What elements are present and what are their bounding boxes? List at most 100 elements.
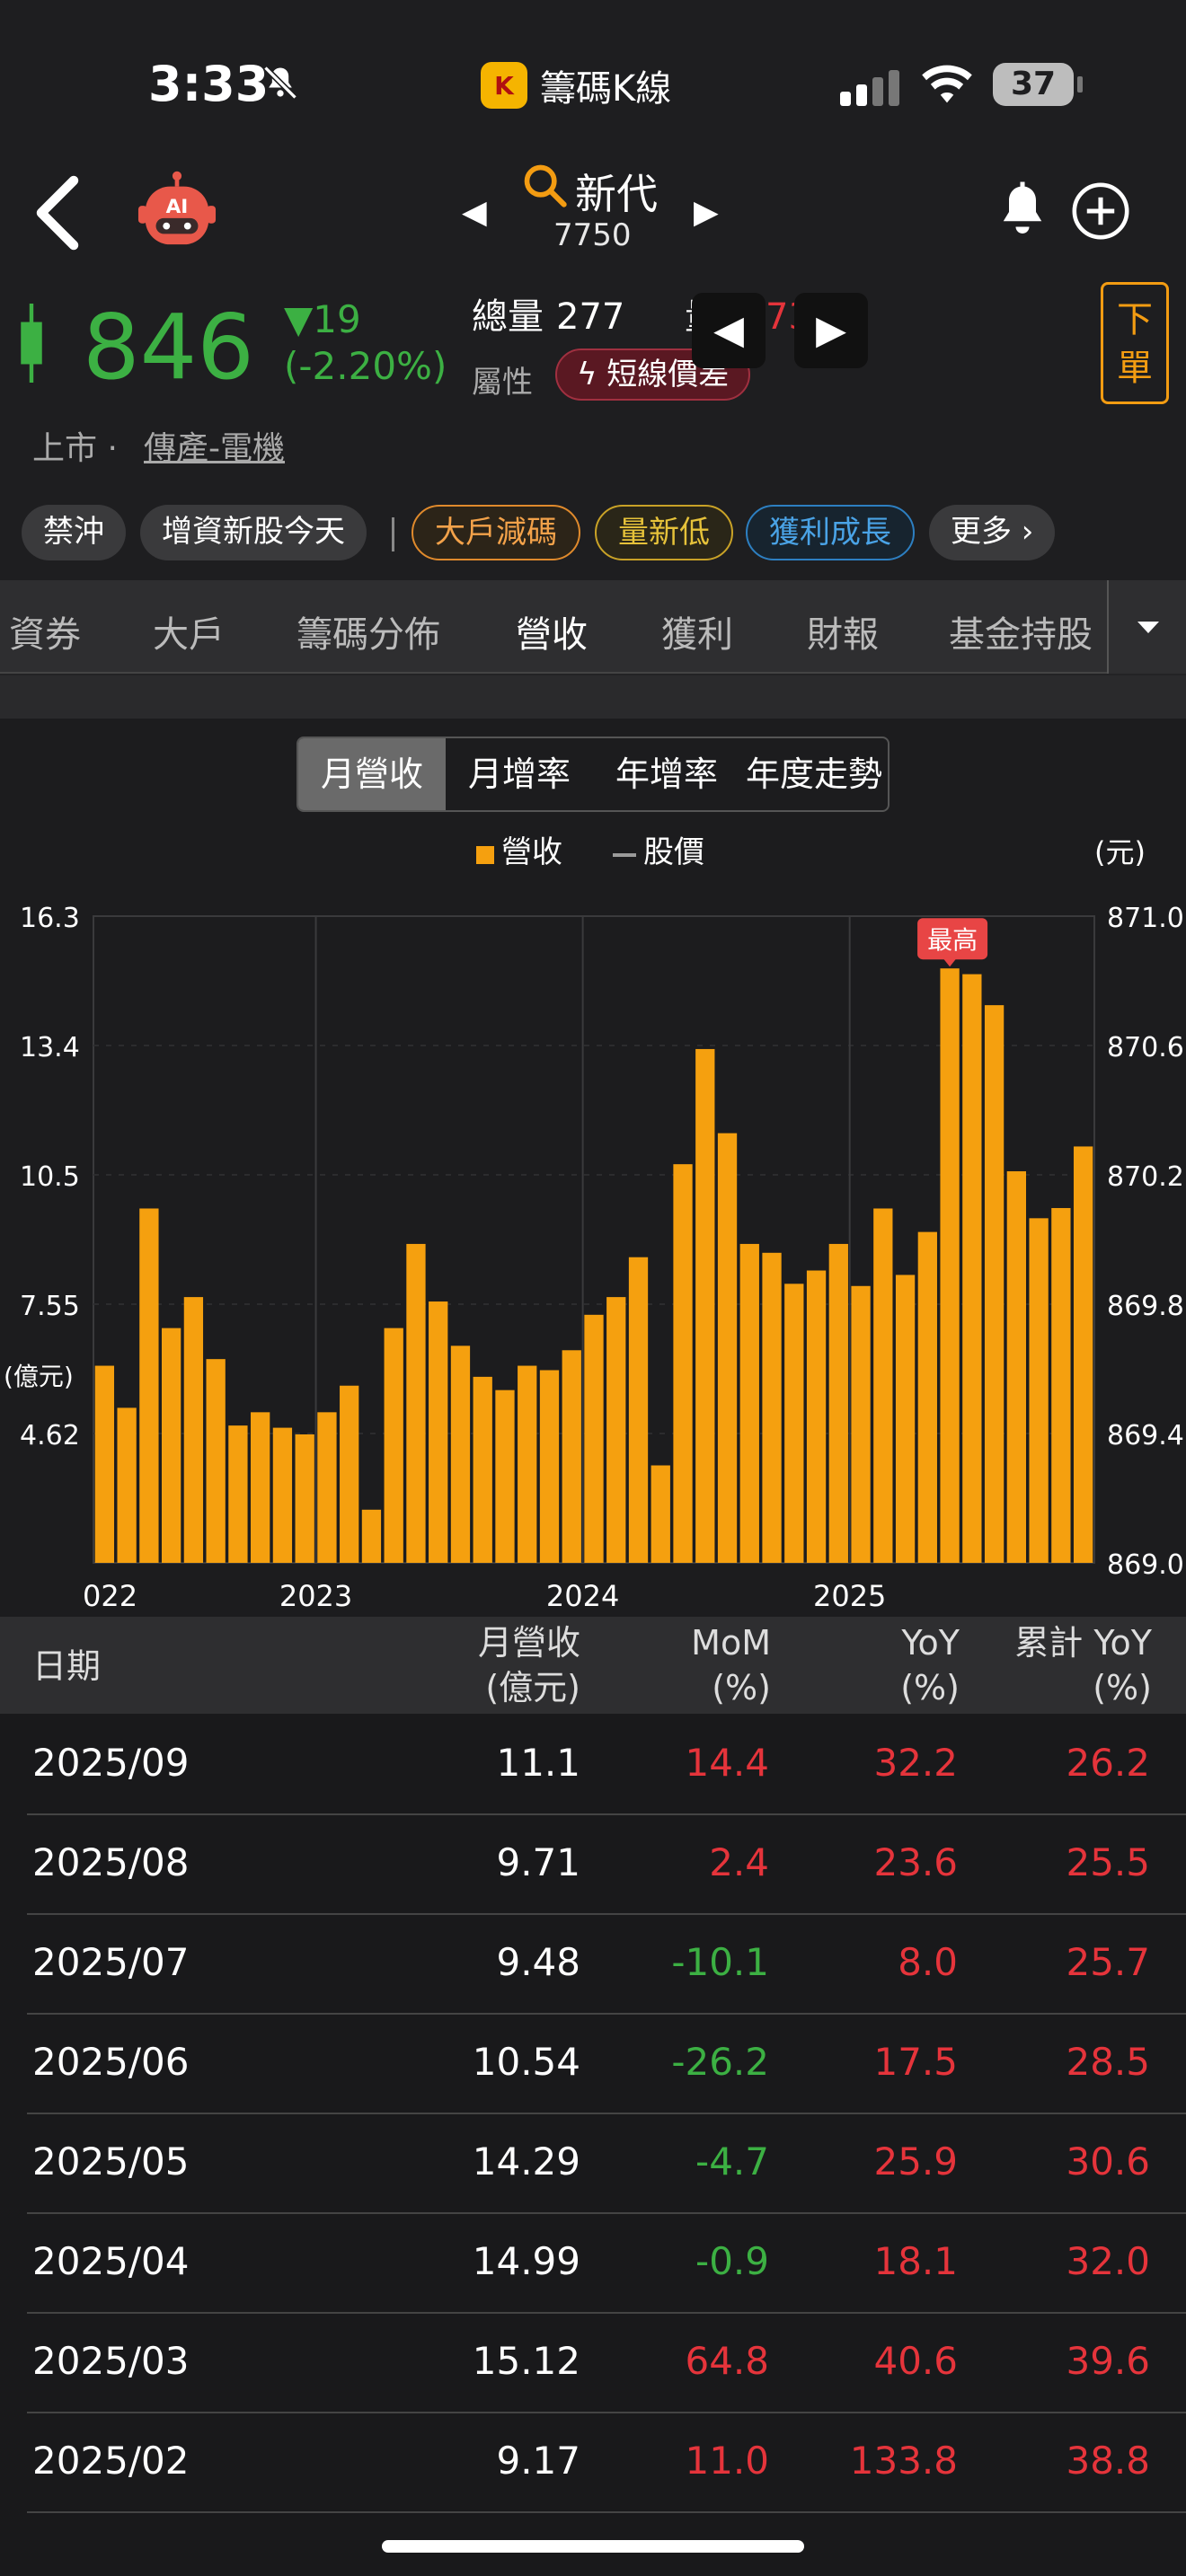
search-icon[interactable] bbox=[521, 162, 568, 208]
revenue-bar[interactable] bbox=[984, 1005, 1005, 1563]
cell-revenue: 11.1 bbox=[496, 1741, 580, 1785]
revenue-bar[interactable] bbox=[251, 1412, 270, 1563]
bell-icon[interactable] bbox=[996, 181, 1049, 241]
revenue-bar[interactable] bbox=[183, 1297, 204, 1563]
revenue-bar[interactable] bbox=[1006, 1171, 1027, 1563]
tab-margin[interactable]: 資券 bbox=[9, 605, 81, 657]
table-row[interactable]: 2025/02 9.17 11.0 133.8 38.8 bbox=[27, 2413, 1186, 2513]
cell-cum-yoy: 39.6 bbox=[1066, 2339, 1150, 2383]
section-tabs: 資券 大戶 籌碼分佈 營收 獲利 財報 基金持股 bbox=[0, 580, 1186, 674]
segment-mom[interactable]: 月增率 bbox=[446, 738, 593, 810]
table-row[interactable]: 2025/05 14.29 -4.7 25.9 30.6 bbox=[27, 2114, 1186, 2214]
x-tick-label: 2024 bbox=[546, 1579, 619, 1613]
segment-yoy[interactable]: 年增率 bbox=[593, 738, 740, 810]
cellular-signal-icon bbox=[840, 70, 899, 106]
stock-name[interactable]: 新代 bbox=[575, 162, 658, 221]
cell-cum-yoy: 28.5 bbox=[1066, 2040, 1150, 2084]
revenue-bar[interactable] bbox=[828, 1243, 848, 1563]
ai-robot-icon[interactable]: AI bbox=[135, 171, 219, 251]
revenue-bar[interactable] bbox=[518, 1365, 537, 1563]
revenue-bar[interactable] bbox=[851, 1285, 871, 1563]
order-button[interactable]: 下單 bbox=[1101, 282, 1169, 404]
tab-revenue[interactable]: 營收 bbox=[516, 605, 588, 657]
revenue-bar[interactable] bbox=[473, 1376, 492, 1563]
revenue-bar[interactable] bbox=[406, 1243, 426, 1563]
revenue-bar[interactable] bbox=[384, 1328, 403, 1563]
revenue-bar[interactable] bbox=[94, 1365, 115, 1563]
tab-major-holders[interactable]: 大戶 bbox=[153, 605, 225, 657]
industry-link[interactable]: 傳產-電機 bbox=[144, 422, 285, 469]
revenue-bar[interactable] bbox=[695, 1048, 715, 1563]
tag-chip[interactable]: 量新低 bbox=[595, 505, 733, 560]
back-chevron-icon[interactable] bbox=[31, 172, 84, 253]
revenue-bar[interactable] bbox=[539, 1370, 560, 1563]
revenue-bar[interactable] bbox=[295, 1434, 314, 1563]
revenue-bar[interactable] bbox=[962, 974, 982, 1563]
cell-date: 2025/06 bbox=[32, 2040, 190, 2084]
revenue-bar[interactable] bbox=[917, 1231, 937, 1563]
revenue-bar[interactable] bbox=[340, 1385, 359, 1563]
right-tick-label: 871.0 bbox=[1107, 903, 1184, 934]
revenue-bar[interactable] bbox=[806, 1270, 827, 1563]
table-row[interactable]: 2025/09 11.1 14.4 32.2 26.2 bbox=[27, 1716, 1186, 1815]
revenue-bar[interactable] bbox=[717, 1133, 738, 1563]
next-stock-button[interactable]: ▶ bbox=[694, 194, 719, 231]
x-tick-label: 2025 bbox=[813, 1579, 886, 1613]
revenue-bar[interactable] bbox=[317, 1412, 337, 1563]
revenue-bar[interactable] bbox=[361, 1509, 382, 1563]
revenue-bar[interactable] bbox=[739, 1243, 759, 1563]
right-axis-unit: (元) bbox=[1094, 835, 1146, 869]
revenue-bar[interactable] bbox=[562, 1350, 581, 1563]
revenue-bar[interactable] bbox=[429, 1301, 448, 1563]
revenue-bar[interactable] bbox=[206, 1359, 226, 1563]
table-row[interactable]: 2025/04 14.99 -0.9 18.1 32.0 bbox=[27, 2214, 1186, 2314]
segment-annual-trend[interactable]: 年度走勢 bbox=[740, 738, 888, 810]
overlay-next-button[interactable]: ▶ bbox=[794, 293, 868, 368]
tag-chip[interactable]: 禁沖 bbox=[22, 505, 126, 560]
prev-stock-button[interactable]: ◀ bbox=[462, 194, 487, 231]
table-row[interactable]: 2025/08 9.71 2.4 23.6 25.5 bbox=[27, 1815, 1186, 1915]
cell-yoy: 32.2 bbox=[873, 1741, 958, 1785]
revenue-bar[interactable] bbox=[450, 1345, 471, 1563]
revenue-bar[interactable] bbox=[762, 1252, 782, 1563]
table-row[interactable]: 2025/07 9.48 -10.1 8.0 25.7 bbox=[27, 1915, 1186, 2015]
add-watchlist-icon[interactable] bbox=[1071, 181, 1130, 241]
more-tags-button[interactable]: 更多 › bbox=[929, 505, 1056, 560]
revenue-bar[interactable] bbox=[272, 1427, 293, 1563]
revenue-bar[interactable] bbox=[1029, 1218, 1049, 1563]
revenue-bar-chart: 16.3 13.4 10.5 7.55 4.62 871.0 870.6 870.2 869.8… bbox=[4, 834, 1184, 1613]
tab-fund-holdings[interactable]: 基金持股 bbox=[949, 605, 1093, 657]
wifi-icon bbox=[922, 65, 972, 103]
revenue-bar[interactable] bbox=[873, 1208, 893, 1563]
overlay-prev-button[interactable]: ◀ bbox=[692, 293, 766, 368]
header-date: 日期 bbox=[32, 1646, 102, 1686]
segment-monthly-revenue[interactable]: 月營收 bbox=[298, 738, 446, 810]
revenue-bar[interactable] bbox=[673, 1164, 693, 1563]
revenue-bar[interactable] bbox=[161, 1328, 181, 1563]
left-axis-unit: (億元) bbox=[4, 1362, 74, 1391]
tag-chip[interactable]: 增資新股今天 bbox=[140, 505, 367, 560]
tab-profit[interactable]: 獲利 bbox=[661, 605, 733, 657]
table-row[interactable]: 2025/03 15.12 64.8 40.6 39.6 bbox=[27, 2314, 1186, 2413]
revenue-bar[interactable] bbox=[1051, 1207, 1071, 1563]
tab-financials[interactable]: 財報 bbox=[807, 605, 879, 657]
tabs-expand-button[interactable] bbox=[1107, 580, 1186, 674]
revenue-bar[interactable] bbox=[628, 1257, 649, 1563]
revenue-bar[interactable] bbox=[606, 1297, 626, 1563]
revenue-bar[interactable] bbox=[228, 1425, 248, 1563]
revenue-bar[interactable] bbox=[940, 968, 960, 1563]
tag-chip[interactable]: 獲利成長 bbox=[746, 505, 915, 560]
revenue-bar[interactable] bbox=[117, 1407, 137, 1563]
revenue-bar[interactable] bbox=[895, 1275, 916, 1563]
table-row[interactable]: 2025/06 10.54 -26.2 17.5 28.5 bbox=[27, 2015, 1186, 2114]
left-tick-label: 10.5 bbox=[20, 1161, 80, 1193]
revenue-bar[interactable] bbox=[495, 1389, 515, 1563]
revenue-bar[interactable] bbox=[651, 1465, 670, 1563]
revenue-bar[interactable] bbox=[784, 1284, 804, 1563]
tag-chip[interactable]: 大戶減碼 bbox=[412, 505, 580, 560]
revenue-bar[interactable] bbox=[1073, 1146, 1093, 1563]
tab-chip-distribution[interactable]: 籌碼分佈 bbox=[296, 605, 440, 657]
revenue-bar[interactable] bbox=[139, 1208, 159, 1563]
revenue-bar[interactable] bbox=[584, 1314, 604, 1563]
header-yoy-title: YoY bbox=[901, 1623, 960, 1663]
